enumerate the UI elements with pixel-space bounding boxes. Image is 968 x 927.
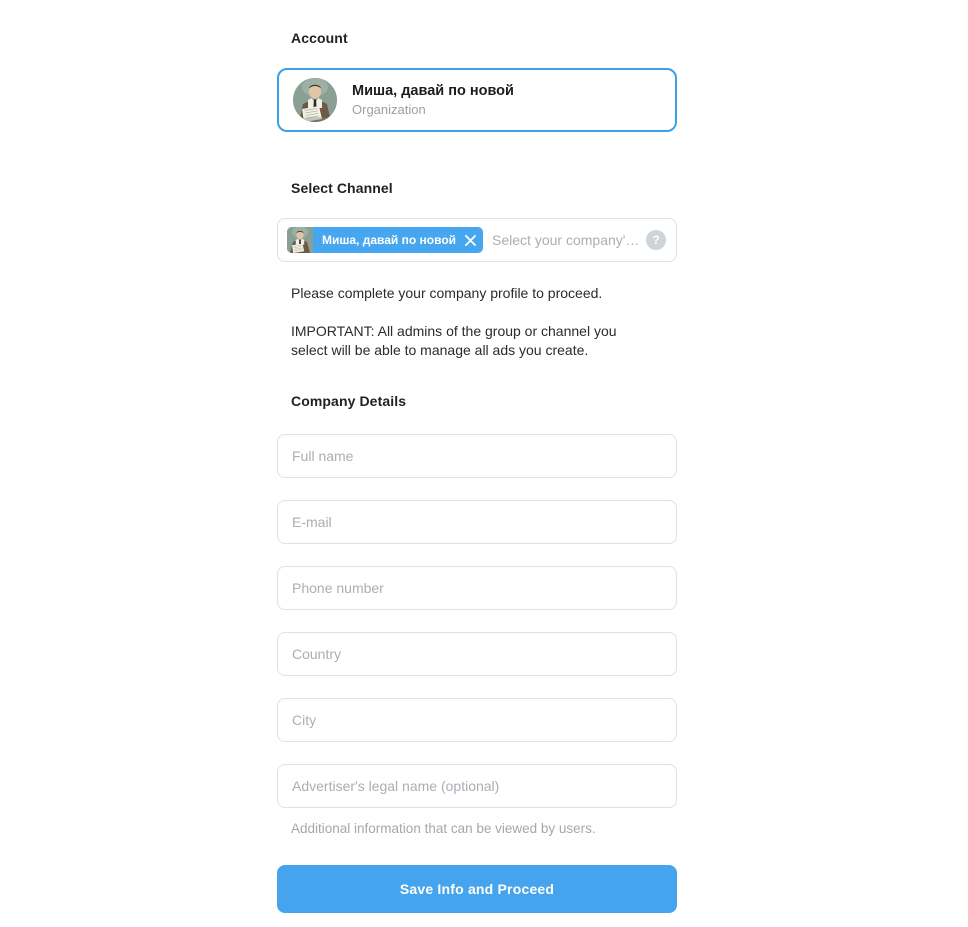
select-channel-heading: Select Channel <box>277 180 677 196</box>
email-placeholder: E-mail <box>292 514 332 530</box>
content-column: Account <box>277 0 677 913</box>
legal-name-field[interactable]: Advertiser's legal name (optional) <box>277 764 677 808</box>
account-avatar <box>293 78 337 122</box>
phone-number-placeholder: Phone number <box>292 580 384 596</box>
account-card[interactable]: Миша, давай по новой Organization <box>277 68 677 132</box>
city-placeholder: City <box>292 712 316 728</box>
full-name-field[interactable]: Full name <box>277 434 677 478</box>
selected-channel-chip[interactable]: Миша, давай по новой <box>287 227 483 253</box>
legal-name-placeholder: Advertiser's legal name (optional) <box>292 778 499 794</box>
channel-search-input[interactable]: Select your company'… <box>483 232 640 248</box>
chip-avatar <box>287 227 313 253</box>
help-question-icon[interactable]: ? <box>646 230 666 250</box>
profile-completion-note: Please complete your company profile to … <box>277 284 677 303</box>
select-channel-section: Select Channel <box>277 180 677 360</box>
chip-label: Миша, давай по новой <box>313 233 463 247</box>
full-name-placeholder: Full name <box>292 448 353 464</box>
user-photo-avatar-icon <box>293 78 337 122</box>
important-admins-note: IMPORTANT: All admins of the group or ch… <box>277 322 649 360</box>
company-details-heading: Company Details <box>277 393 677 409</box>
channel-select-field[interactable]: Миша, давай по новой Select your company… <box>277 218 677 262</box>
country-placeholder: Country <box>292 646 341 662</box>
user-photo-avatar-icon <box>287 227 313 253</box>
account-section: Account <box>277 30 677 132</box>
company-details-section: Company Details Full name E-mail Phone n… <box>277 393 677 913</box>
close-icon <box>465 235 476 246</box>
save-info-and-proceed-button[interactable]: Save Info and Proceed <box>277 865 677 913</box>
phone-number-field[interactable]: Phone number <box>277 566 677 610</box>
ad-account-setup-page: Account <box>0 0 968 927</box>
email-field[interactable]: E-mail <box>277 500 677 544</box>
city-field[interactable]: City <box>277 698 677 742</box>
account-text: Миша, давай по новой Organization <box>352 83 514 118</box>
country-field[interactable]: Country <box>277 632 677 676</box>
account-heading: Account <box>277 30 677 46</box>
legal-name-hint: Additional information that can be viewe… <box>277 821 677 836</box>
chip-remove-icon[interactable] <box>463 227 483 253</box>
account-type: Organization <box>352 102 514 118</box>
account-name: Миша, давай по новой <box>352 83 514 100</box>
